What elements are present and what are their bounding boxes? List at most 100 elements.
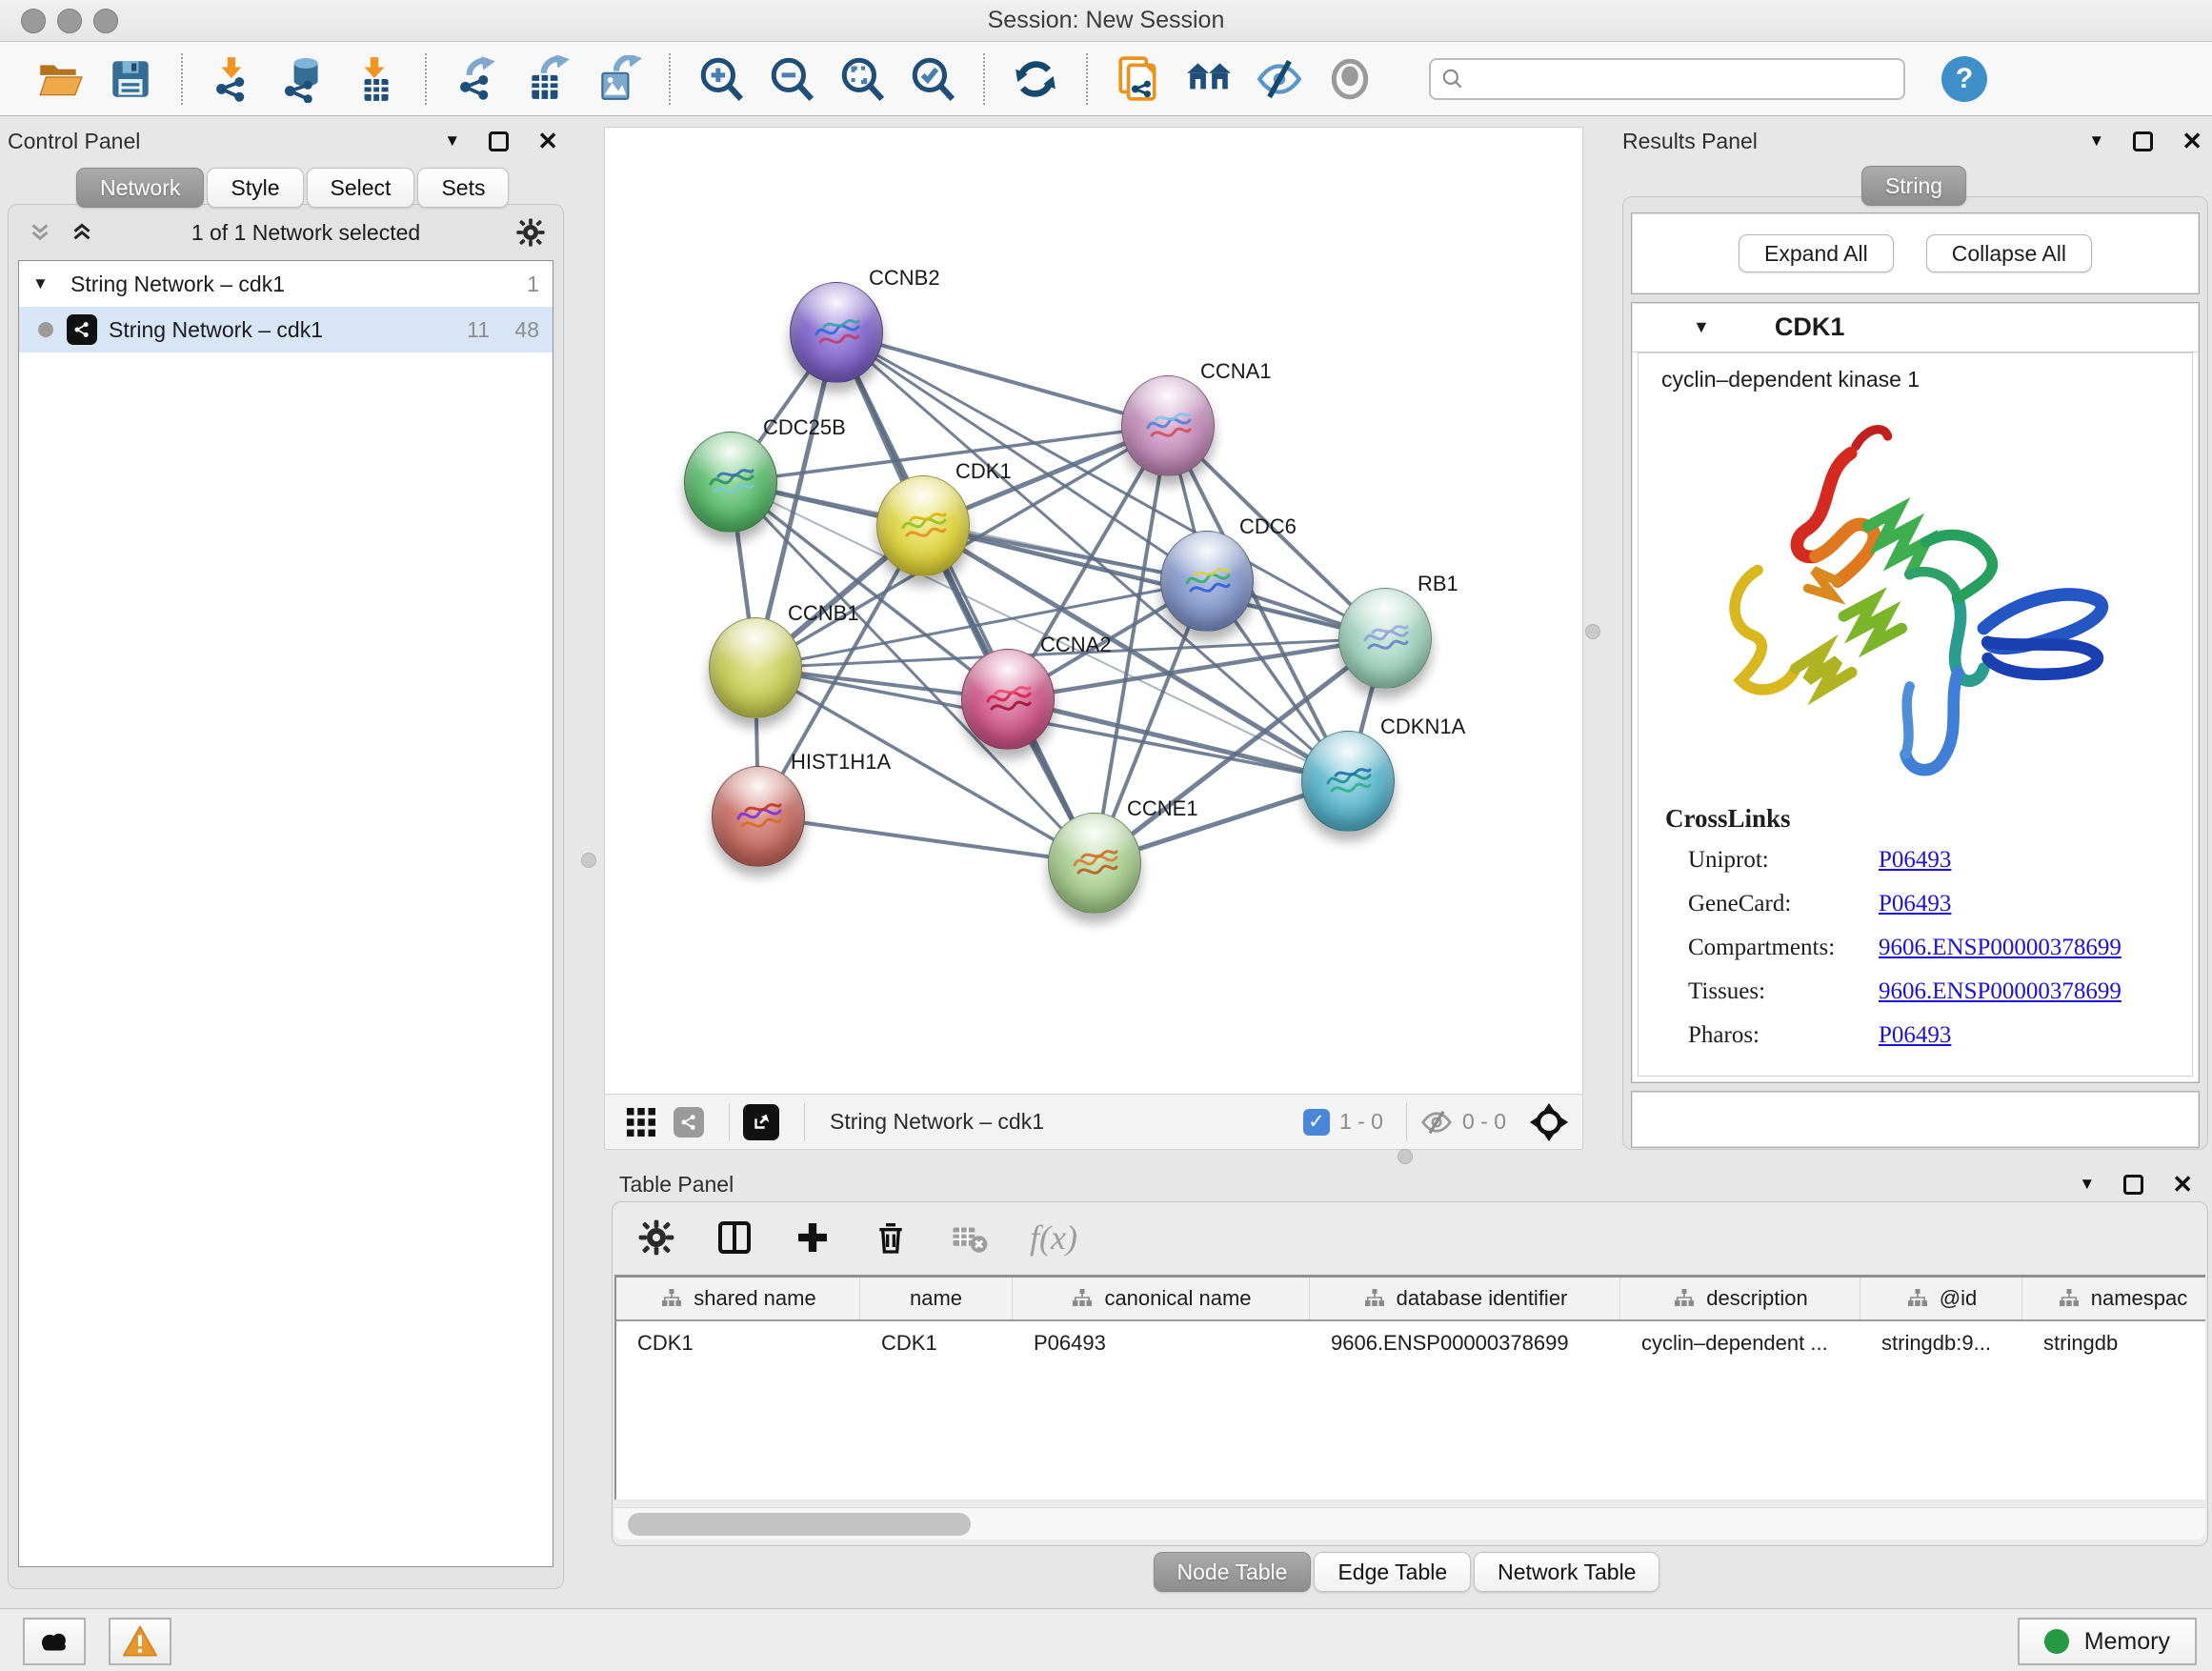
function-builder-icon[interactable]: f(x) bbox=[1030, 1218, 1077, 1258]
tab-sets[interactable]: Sets bbox=[417, 168, 509, 208]
crosslink-value-link[interactable]: P06493 bbox=[1879, 891, 1951, 917]
crosslink-value-link[interactable]: P06493 bbox=[1879, 1022, 1951, 1049]
warnings-button[interactable] bbox=[109, 1618, 171, 1665]
float-panel-icon[interactable]: ▼ bbox=[2088, 131, 2104, 151]
import-network-file-button[interactable] bbox=[206, 51, 261, 107]
open-in-new-window-icon[interactable] bbox=[743, 1104, 779, 1140]
zoom-selected-button[interactable] bbox=[905, 51, 960, 107]
table-cell[interactable]: CDK1 bbox=[616, 1321, 860, 1365]
clone-network-button[interactable] bbox=[1111, 51, 1166, 107]
float-panel-icon[interactable]: ▼ bbox=[444, 131, 460, 151]
horizontal-splitter-grip[interactable] bbox=[1398, 1149, 1413, 1164]
table-cell[interactable]: 9606.ENSP00000378699 bbox=[1310, 1321, 1620, 1365]
node-RB1[interactable] bbox=[1338, 588, 1432, 689]
zoom-out-button[interactable] bbox=[764, 51, 819, 107]
show-all-button[interactable] bbox=[1322, 51, 1377, 107]
network-row[interactable]: String Network – cdk1 11 48 bbox=[19, 307, 553, 352]
node-CCNB1[interactable] bbox=[709, 617, 802, 718]
collapse-all-button[interactable]: Collapse All bbox=[1926, 234, 2092, 272]
network-collection-row[interactable]: ▼ String Network – cdk1 1 bbox=[19, 261, 553, 307]
crosslink-value-link[interactable]: 9606.ENSP00000378699 bbox=[1879, 935, 2122, 961]
edge-HIST1H1A-CCNE1[interactable] bbox=[758, 816, 1095, 863]
table-row[interactable]: CDK1CDK1P064939606.ENSP00000378699cyclin… bbox=[616, 1321, 2205, 1365]
tab-string[interactable]: String bbox=[1861, 166, 1966, 206]
float-panel-icon[interactable]: ▼ bbox=[2079, 1175, 2095, 1194]
search-input[interactable] bbox=[1465, 62, 1894, 96]
import-table-file-button[interactable] bbox=[347, 51, 402, 107]
first-neighbors-button[interactable] bbox=[1181, 51, 1237, 107]
maximize-panel-icon[interactable] bbox=[2133, 131, 2153, 151]
scrollbar-thumb[interactable] bbox=[628, 1513, 971, 1536]
column-header-namespac[interactable]: namespac bbox=[2022, 1278, 2205, 1319]
column-header--id[interactable]: @id bbox=[1860, 1278, 2022, 1319]
tab-network[interactable]: Network bbox=[76, 168, 204, 208]
column-header-database-identifier[interactable]: database identifier bbox=[1310, 1278, 1620, 1319]
crosslink-value-link[interactable]: P06493 bbox=[1879, 847, 1951, 874]
birdseye-navigator-icon[interactable] bbox=[1529, 1102, 1569, 1142]
close-panel-icon[interactable]: ✕ bbox=[537, 131, 558, 151]
tree-expand-caret-icon[interactable]: ▼ bbox=[32, 274, 70, 293]
toolbar-search[interactable] bbox=[1429, 58, 1905, 100]
expand-all-chevrons-icon[interactable] bbox=[68, 218, 96, 247]
node-CDC6[interactable] bbox=[1160, 531, 1254, 632]
grid-view-icon[interactable] bbox=[624, 1105, 658, 1139]
node-CDKN1A[interactable] bbox=[1301, 731, 1395, 832]
tab-node-table[interactable]: Node Table bbox=[1154, 1552, 1312, 1592]
export-table-button[interactable] bbox=[520, 51, 575, 107]
hidden-eye-icon[interactable] bbox=[1420, 1106, 1453, 1138]
tab-select[interactable]: Select bbox=[307, 168, 415, 208]
open-session-button[interactable] bbox=[32, 51, 88, 107]
zoom-fit-button[interactable] bbox=[835, 51, 890, 107]
cloud-status-button[interactable] bbox=[23, 1618, 86, 1665]
crosslink-value-link[interactable]: 9606.ENSP00000378699 bbox=[1879, 978, 2122, 1005]
column-header-name[interactable]: name bbox=[860, 1278, 1013, 1319]
network-canvas[interactable]: CCNB2CCNA1CDC25BCDK1CDC6RB1CCNB1CCNA2CDK… bbox=[605, 128, 1584, 1095]
network-share-view-icon[interactable] bbox=[674, 1107, 704, 1137]
table-horizontal-scrollbar[interactable] bbox=[614, 1507, 2205, 1540]
tab-network-table[interactable]: Network Table bbox=[1474, 1552, 1659, 1592]
node-HIST1H1A[interactable] bbox=[712, 766, 805, 867]
create-column-plus-icon[interactable] bbox=[794, 1218, 832, 1257]
column-header-shared-name[interactable]: shared name bbox=[616, 1278, 860, 1319]
table-settings-gear-icon[interactable] bbox=[637, 1218, 675, 1257]
close-panel-icon[interactable]: ✕ bbox=[2182, 131, 2202, 151]
table-cell[interactable]: cyclin–dependent ... bbox=[1620, 1321, 1860, 1365]
refresh-button[interactable] bbox=[1008, 51, 1063, 107]
close-panel-icon[interactable]: ✕ bbox=[2172, 1175, 2193, 1194]
delete-column-trash-icon[interactable] bbox=[872, 1218, 910, 1257]
table-cell[interactable]: P06493 bbox=[1013, 1321, 1310, 1365]
node-CCNA1[interactable] bbox=[1121, 375, 1215, 476]
vertical-splitter-grip[interactable] bbox=[581, 853, 596, 868]
node-CCNA2[interactable] bbox=[961, 649, 1055, 750]
tab-edge-table[interactable]: Edge Table bbox=[1314, 1552, 1471, 1592]
expand-all-button[interactable]: Expand All bbox=[1739, 234, 1894, 272]
collapse-all-chevrons-icon[interactable] bbox=[26, 218, 54, 247]
show-columns-icon[interactable] bbox=[715, 1218, 754, 1257]
node-CCNE1[interactable] bbox=[1048, 813, 1141, 914]
maximize-panel-icon[interactable] bbox=[2123, 1175, 2143, 1195]
collapse-section-caret-icon[interactable]: ▼ bbox=[1693, 317, 1710, 337]
column-header-canonical-name[interactable]: canonical name bbox=[1013, 1278, 1310, 1319]
node-CDK1[interactable] bbox=[876, 475, 970, 576]
column-header-description[interactable]: description bbox=[1620, 1278, 1860, 1319]
vertical-splitter-grip[interactable] bbox=[1585, 624, 1600, 639]
tab-style[interactable]: Style bbox=[207, 168, 303, 208]
gear-icon[interactable] bbox=[515, 217, 546, 248]
zoom-in-button[interactable] bbox=[694, 51, 749, 107]
help-button[interactable]: ? bbox=[1941, 56, 1987, 102]
save-session-button[interactable] bbox=[103, 51, 158, 107]
table-cell[interactable]: stringdb bbox=[2022, 1321, 2205, 1365]
edge-CCNB2-CCNA1[interactable] bbox=[836, 332, 1168, 426]
node-CCNB2[interactable] bbox=[790, 282, 883, 383]
export-image-button[interactable] bbox=[591, 51, 646, 107]
maximize-panel-icon[interactable] bbox=[489, 131, 509, 151]
memory-button[interactable]: Memory bbox=[2018, 1618, 2197, 1665]
delete-table-icon[interactable] bbox=[950, 1218, 990, 1258]
hide-selected-button[interactable] bbox=[1252, 51, 1307, 107]
selected-checkbox-icon[interactable]: ✓ bbox=[1303, 1109, 1330, 1136]
import-network-database-button[interactable] bbox=[276, 51, 332, 107]
node-CDC25B[interactable] bbox=[684, 432, 777, 533]
table-cell[interactable]: stringdb:9... bbox=[1860, 1321, 2022, 1365]
table-cell[interactable]: CDK1 bbox=[860, 1321, 1013, 1365]
export-network-button[interactable] bbox=[450, 51, 505, 107]
